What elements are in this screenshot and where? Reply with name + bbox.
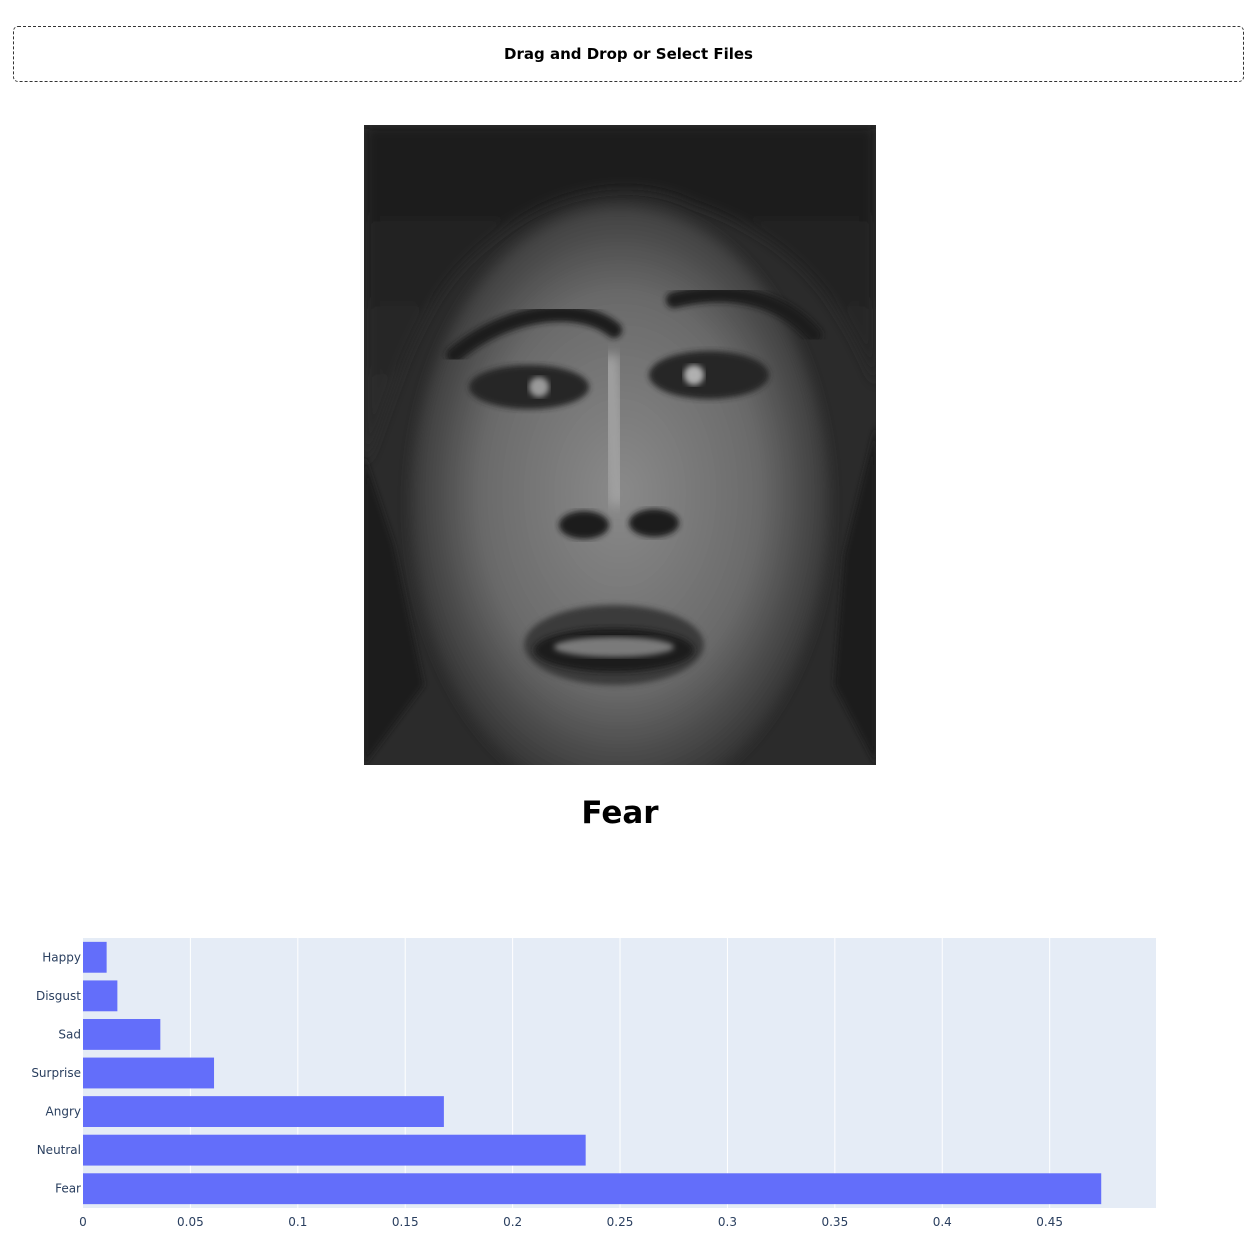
bar-sad[interactable] <box>83 1019 161 1050</box>
x-tick-label: 0.15 <box>392 1215 419 1229</box>
x-tick-label: 0.4 <box>933 1215 952 1229</box>
x-tick-label: 0.35 <box>821 1215 848 1229</box>
bar-surprise[interactable] <box>83 1057 215 1089</box>
bar-fear[interactable] <box>83 1173 1102 1205</box>
x-tick-label: 0 <box>79 1215 87 1229</box>
x-tick-label: 0.3 <box>718 1215 737 1229</box>
bar-disgust[interactable] <box>83 980 118 1012</box>
y-tick-label-neutral: Neutral <box>37 1143 81 1157</box>
bar-happy[interactable] <box>83 941 107 973</box>
x-tick-label: 0.05 <box>177 1215 204 1229</box>
y-tick-label-disgust: Disgust <box>36 989 81 1003</box>
x-tick-labels: 0 0.05 0.1 0.15 0.2 0.25 0.3 0.35 0.4 0.45 <box>79 1215 1063 1229</box>
chart-svg: HappyDisgustSadSurpriseAngryNeutralFear … <box>31 938 1156 1229</box>
face-image-picture <box>364 125 876 765</box>
y-tick-label-angry: Angry <box>46 1105 81 1119</box>
emotion-probability-chart: Happy Disgust Sad Surprise Angry Neutral Fear … <box>0 925 1258 1236</box>
y-tick-label-sad: Sad <box>58 1027 81 1041</box>
upload-label: Drag and Drop or Select Files <box>504 45 753 63</box>
bar-angry[interactable] <box>83 1096 444 1127</box>
x-tick-label: 0.25 <box>607 1215 634 1229</box>
y-tick-label-fear: Fear <box>55 1182 81 1196</box>
x-tick-label: 0.1 <box>288 1215 307 1229</box>
predicted-emotion-heading: Fear <box>581 795 659 831</box>
y-tick-label-surprise: Surprise <box>31 1066 81 1080</box>
bar-neutral[interactable] <box>83 1134 586 1166</box>
plot-background <box>83 938 1156 1208</box>
x-tick-label: 0.2 <box>503 1215 522 1229</box>
y-tick-labels: Happy Disgust Sad Surprise Angry Neutral Fear <box>31 950 81 1195</box>
x-tick-label: 0.45 <box>1036 1215 1063 1229</box>
y-tick-label-happy: Happy <box>42 950 81 964</box>
file-upload-dropzone[interactable]: Drag and Drop or Select Files <box>13 26 1244 82</box>
uploaded-face-image <box>364 125 876 765</box>
